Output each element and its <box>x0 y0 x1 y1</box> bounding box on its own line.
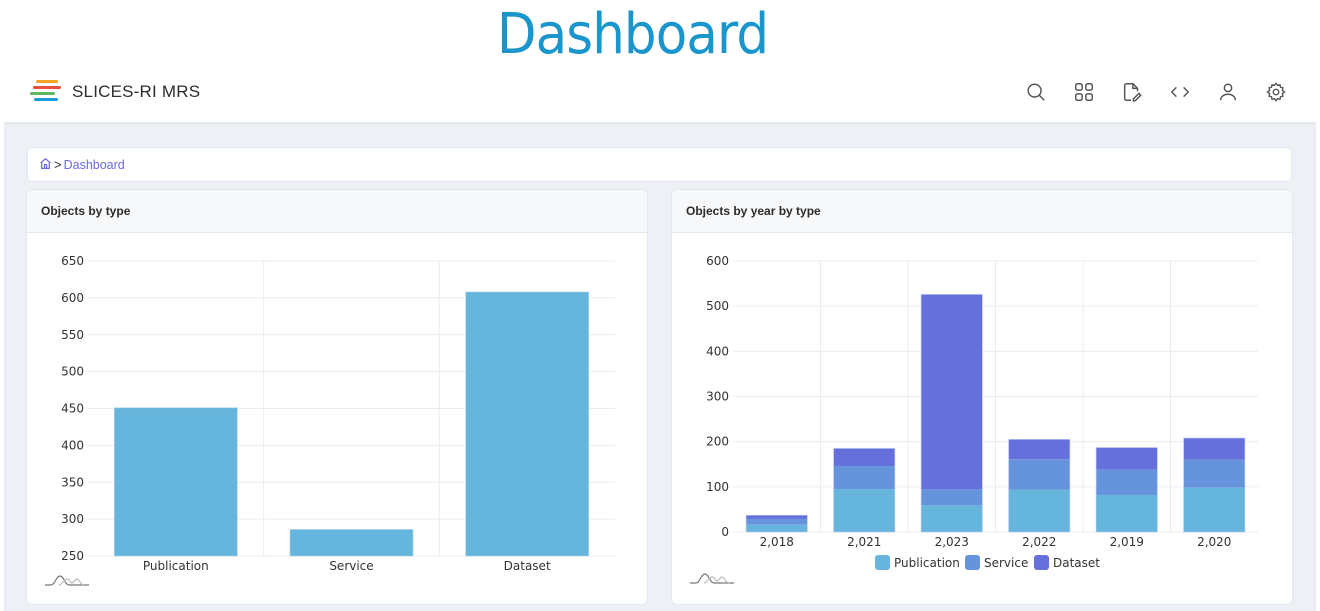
brand-name[interactable]: SLICES-RI MRS <box>72 82 200 102</box>
bar-segment-publication <box>1008 489 1070 532</box>
search-icon[interactable] <box>1024 80 1048 104</box>
logo-stripe-1 <box>36 80 58 83</box>
x-tick-label: 2,022 <box>1022 535 1056 549</box>
x-tick-label: 2,020 <box>1197 535 1231 549</box>
legend-swatch-publication <box>875 555 890 570</box>
logo-stripe-2 <box>33 86 61 89</box>
bar-segment-dataset <box>1183 438 1245 460</box>
bar-segment-service <box>1008 459 1070 490</box>
x-tick-label: Dataset <box>504 559 551 573</box>
bar-segment-publication <box>1183 487 1245 532</box>
bar-segment-dataset <box>1096 447 1158 470</box>
edit-document-icon[interactable] <box>1120 80 1144 104</box>
y-tick-label: 350 <box>61 475 84 489</box>
breadcrumb: > Dashboard <box>27 147 1292 182</box>
apps-grid-icon[interactable] <box>1072 80 1096 104</box>
y-tick-label: 300 <box>706 390 729 404</box>
y-tick-label: 550 <box>61 328 84 342</box>
y-tick-label: 400 <box>706 344 729 358</box>
bar-segment-dataset <box>1008 439 1070 460</box>
bar-segment-dataset <box>746 515 808 519</box>
legend-label: Publication <box>894 556 960 570</box>
top-navbar: SLICES-RI MRS <box>0 66 1316 122</box>
x-tick-label: 2,023 <box>935 535 969 549</box>
y-tick-label: 600 <box>706 254 729 268</box>
card-title: Objects by type <box>27 190 647 233</box>
legend-label: Service <box>984 556 1028 570</box>
chart-logo-icon <box>58 578 85 586</box>
bar-segment-service <box>746 518 808 525</box>
bar-segment-service <box>1183 459 1245 488</box>
legend-swatch-service <box>965 555 980 570</box>
breadcrumb-current[interactable]: Dashboard <box>64 158 125 172</box>
bar-segment-publication <box>833 489 895 532</box>
logo-stripe-4 <box>34 98 58 101</box>
bar-segment-dataset <box>921 294 983 490</box>
settings-gear-icon[interactable] <box>1264 80 1288 104</box>
y-tick-label: 300 <box>61 512 84 526</box>
bar-segment-dataset <box>833 448 895 467</box>
y-tick-label: 400 <box>61 438 84 452</box>
bar-segment-publication <box>1096 494 1158 532</box>
x-tick-label: Service <box>329 559 373 573</box>
logo-stripe-3 <box>30 92 55 95</box>
code-icon[interactable] <box>1168 80 1192 104</box>
bar-publication <box>114 407 238 557</box>
x-tick-label: 2,018 <box>760 535 794 549</box>
legend-swatch-dataset <box>1034 555 1049 570</box>
y-tick-label: 500 <box>706 299 729 313</box>
bar-service <box>289 529 414 557</box>
x-tick-label: 2,021 <box>847 535 881 549</box>
bar-segment-publication <box>921 505 983 532</box>
y-tick-label: 450 <box>61 402 84 416</box>
objects-by-type-chart: 250 300 350 400 450 500 550 600 650 Publication Se… <box>45 254 615 586</box>
y-tick-label: 650 <box>61 254 84 268</box>
chart-logo-icon <box>703 576 730 584</box>
bar-segment-publication <box>746 524 808 532</box>
objects-by-type-card: Objects by type 250 300 350 400 450 500 550 600… <box>26 189 648 605</box>
brand-logo-icon[interactable] <box>30 80 64 104</box>
card-title: Objects by year by type <box>672 190 1292 233</box>
y-tick-label: 600 <box>61 291 84 305</box>
home-icon[interactable] <box>39 157 52 173</box>
x-tick-label: 2,019 <box>1110 535 1144 549</box>
x-tick-label: Publication <box>143 559 209 573</box>
breadcrumb-separator: > <box>54 157 62 172</box>
y-tick-label: 0 <box>721 525 729 539</box>
y-tick-label: 200 <box>706 435 729 449</box>
y-tick-label: 250 <box>61 549 84 563</box>
user-icon[interactable] <box>1216 80 1240 104</box>
legend-label: Dataset <box>1053 556 1100 570</box>
objects-by-year-card: Objects by year by type 0 100 200 300 400 500… <box>671 189 1293 605</box>
objects-by-year-chart: 0 100 200 300 400 500 600 2,018 2,021 2,023 2,022 2… <box>690 254 1258 584</box>
y-tick-label: 100 <box>706 480 729 494</box>
page-heading: Dashboard <box>496 2 769 67</box>
bar-dataset <box>465 291 589 557</box>
bar-segment-service <box>1096 469 1158 495</box>
bar-segment-service <box>833 466 895 490</box>
bar-segment-service <box>921 489 983 506</box>
main-content: > Dashboard Objects by type 250 300 350 400… <box>4 122 1316 611</box>
y-tick-label: 500 <box>61 365 84 379</box>
